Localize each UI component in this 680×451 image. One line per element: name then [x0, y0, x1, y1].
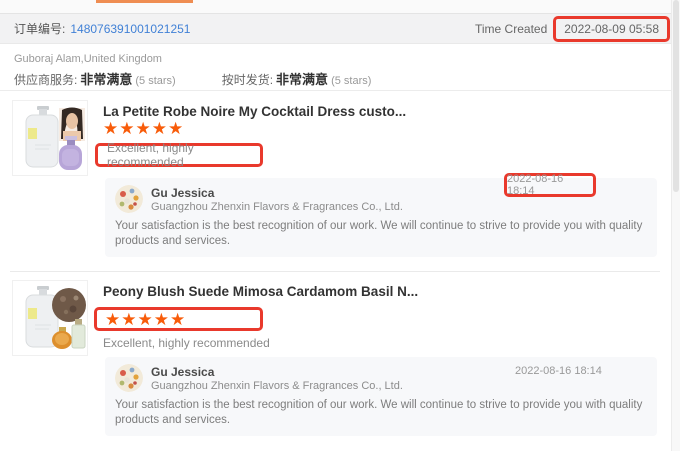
reply-message-text: Your satisfaction is the best recognitio… [115, 219, 645, 249]
review-divider [10, 271, 660, 272]
reply-date: 2022-08-16 18:14 [515, 365, 602, 377]
order-number-link[interactable]: 148076391001021251 [70, 22, 190, 36]
buyer-name-location: Guboraj Alam,United Kingdom [14, 53, 162, 65]
on-time-shipment-stars-note: (5 stars) [331, 75, 371, 87]
active-tab-indicator [96, 0, 193, 3]
supplier-service-value: 非常满意 [80, 69, 132, 88]
vertical-scrollbar-thumb[interactable] [673, 0, 679, 192]
reply-company-name: Guangzhou Zhenxin Flavors & Fragrances C… [151, 380, 403, 392]
product-image[interactable] [12, 100, 88, 176]
supplier-avatar [115, 364, 143, 392]
perfume-product-photo-2 [13, 281, 87, 355]
review-star-rating: ★★★★★ [105, 311, 186, 328]
product-review-title[interactable]: La Petite Robe Noire My Cocktail Dress c… [103, 104, 406, 119]
buyer-section: Guboraj Alam,United Kingdom 供应商服务: 非常满意 … [0, 44, 680, 91]
order-number-group: 订单编号: 148076391001021251 [14, 20, 190, 37]
company-avatar-image [115, 185, 143, 213]
review-star-rating-highlighted: ★★★★★ [94, 307, 263, 331]
review-comment-text: Excellent, highly recommended [107, 141, 260, 169]
reply-author-name: Gu Jessica [151, 365, 214, 379]
reply-author-name: Gu Jessica [151, 186, 214, 200]
reply-message-text: Your satisfaction is the best recognitio… [115, 398, 645, 428]
reply-date-highlighted: 2022-08-16 18:14 [504, 173, 596, 197]
reply-company-name: Guangzhou Zhenxin Flavors & Fragrances C… [151, 201, 403, 213]
review-comment-text: Excellent, highly recommended [103, 336, 270, 350]
company-avatar-image [115, 364, 143, 392]
review-item: La Petite Robe Noire My Cocktail Dress c… [12, 100, 660, 265]
time-created-group: Time Created 2022-08-09 05:58 [475, 16, 670, 42]
supplier-service-stars-note: (5 stars) [135, 75, 175, 87]
on-time-shipment-value: 非常满意 [276, 69, 328, 88]
order-number-label: 订单编号: [14, 20, 65, 37]
review-comment-highlighted: Excellent, highly recommended [95, 143, 263, 167]
product-review-title[interactable]: Peony Blush Suede Mimosa Cardamom Basil … [103, 284, 418, 299]
supplier-reply-card: Gu Jessica Guangzhou Zhenxin Flavors & F… [105, 357, 657, 436]
on-time-shipment-label: 按时发货: [222, 71, 273, 88]
time-created-value-highlighted: 2022-08-09 05:58 [553, 16, 670, 42]
product-image[interactable] [12, 280, 88, 356]
order-header-bar: 订单编号: 148076391001021251 Time Created 20… [0, 13, 680, 44]
perfume-product-photo-1 [13, 101, 87, 175]
supplier-service-label: 供应商服务: [14, 71, 77, 88]
supplier-reply-card: Gu Jessica Guangzhou Zhenxin Flavors & F… [105, 178, 657, 257]
order-ratings-row: 供应商服务: 非常满意 (5 stars) 按时发货: 非常满意 (5 star… [14, 69, 371, 88]
supplier-avatar [115, 185, 143, 213]
review-star-rating: ★★★★★ [103, 120, 184, 137]
time-created-label: Time Created [475, 22, 547, 36]
review-item: Peony Blush Suede Mimosa Cardamom Basil … [12, 280, 660, 440]
